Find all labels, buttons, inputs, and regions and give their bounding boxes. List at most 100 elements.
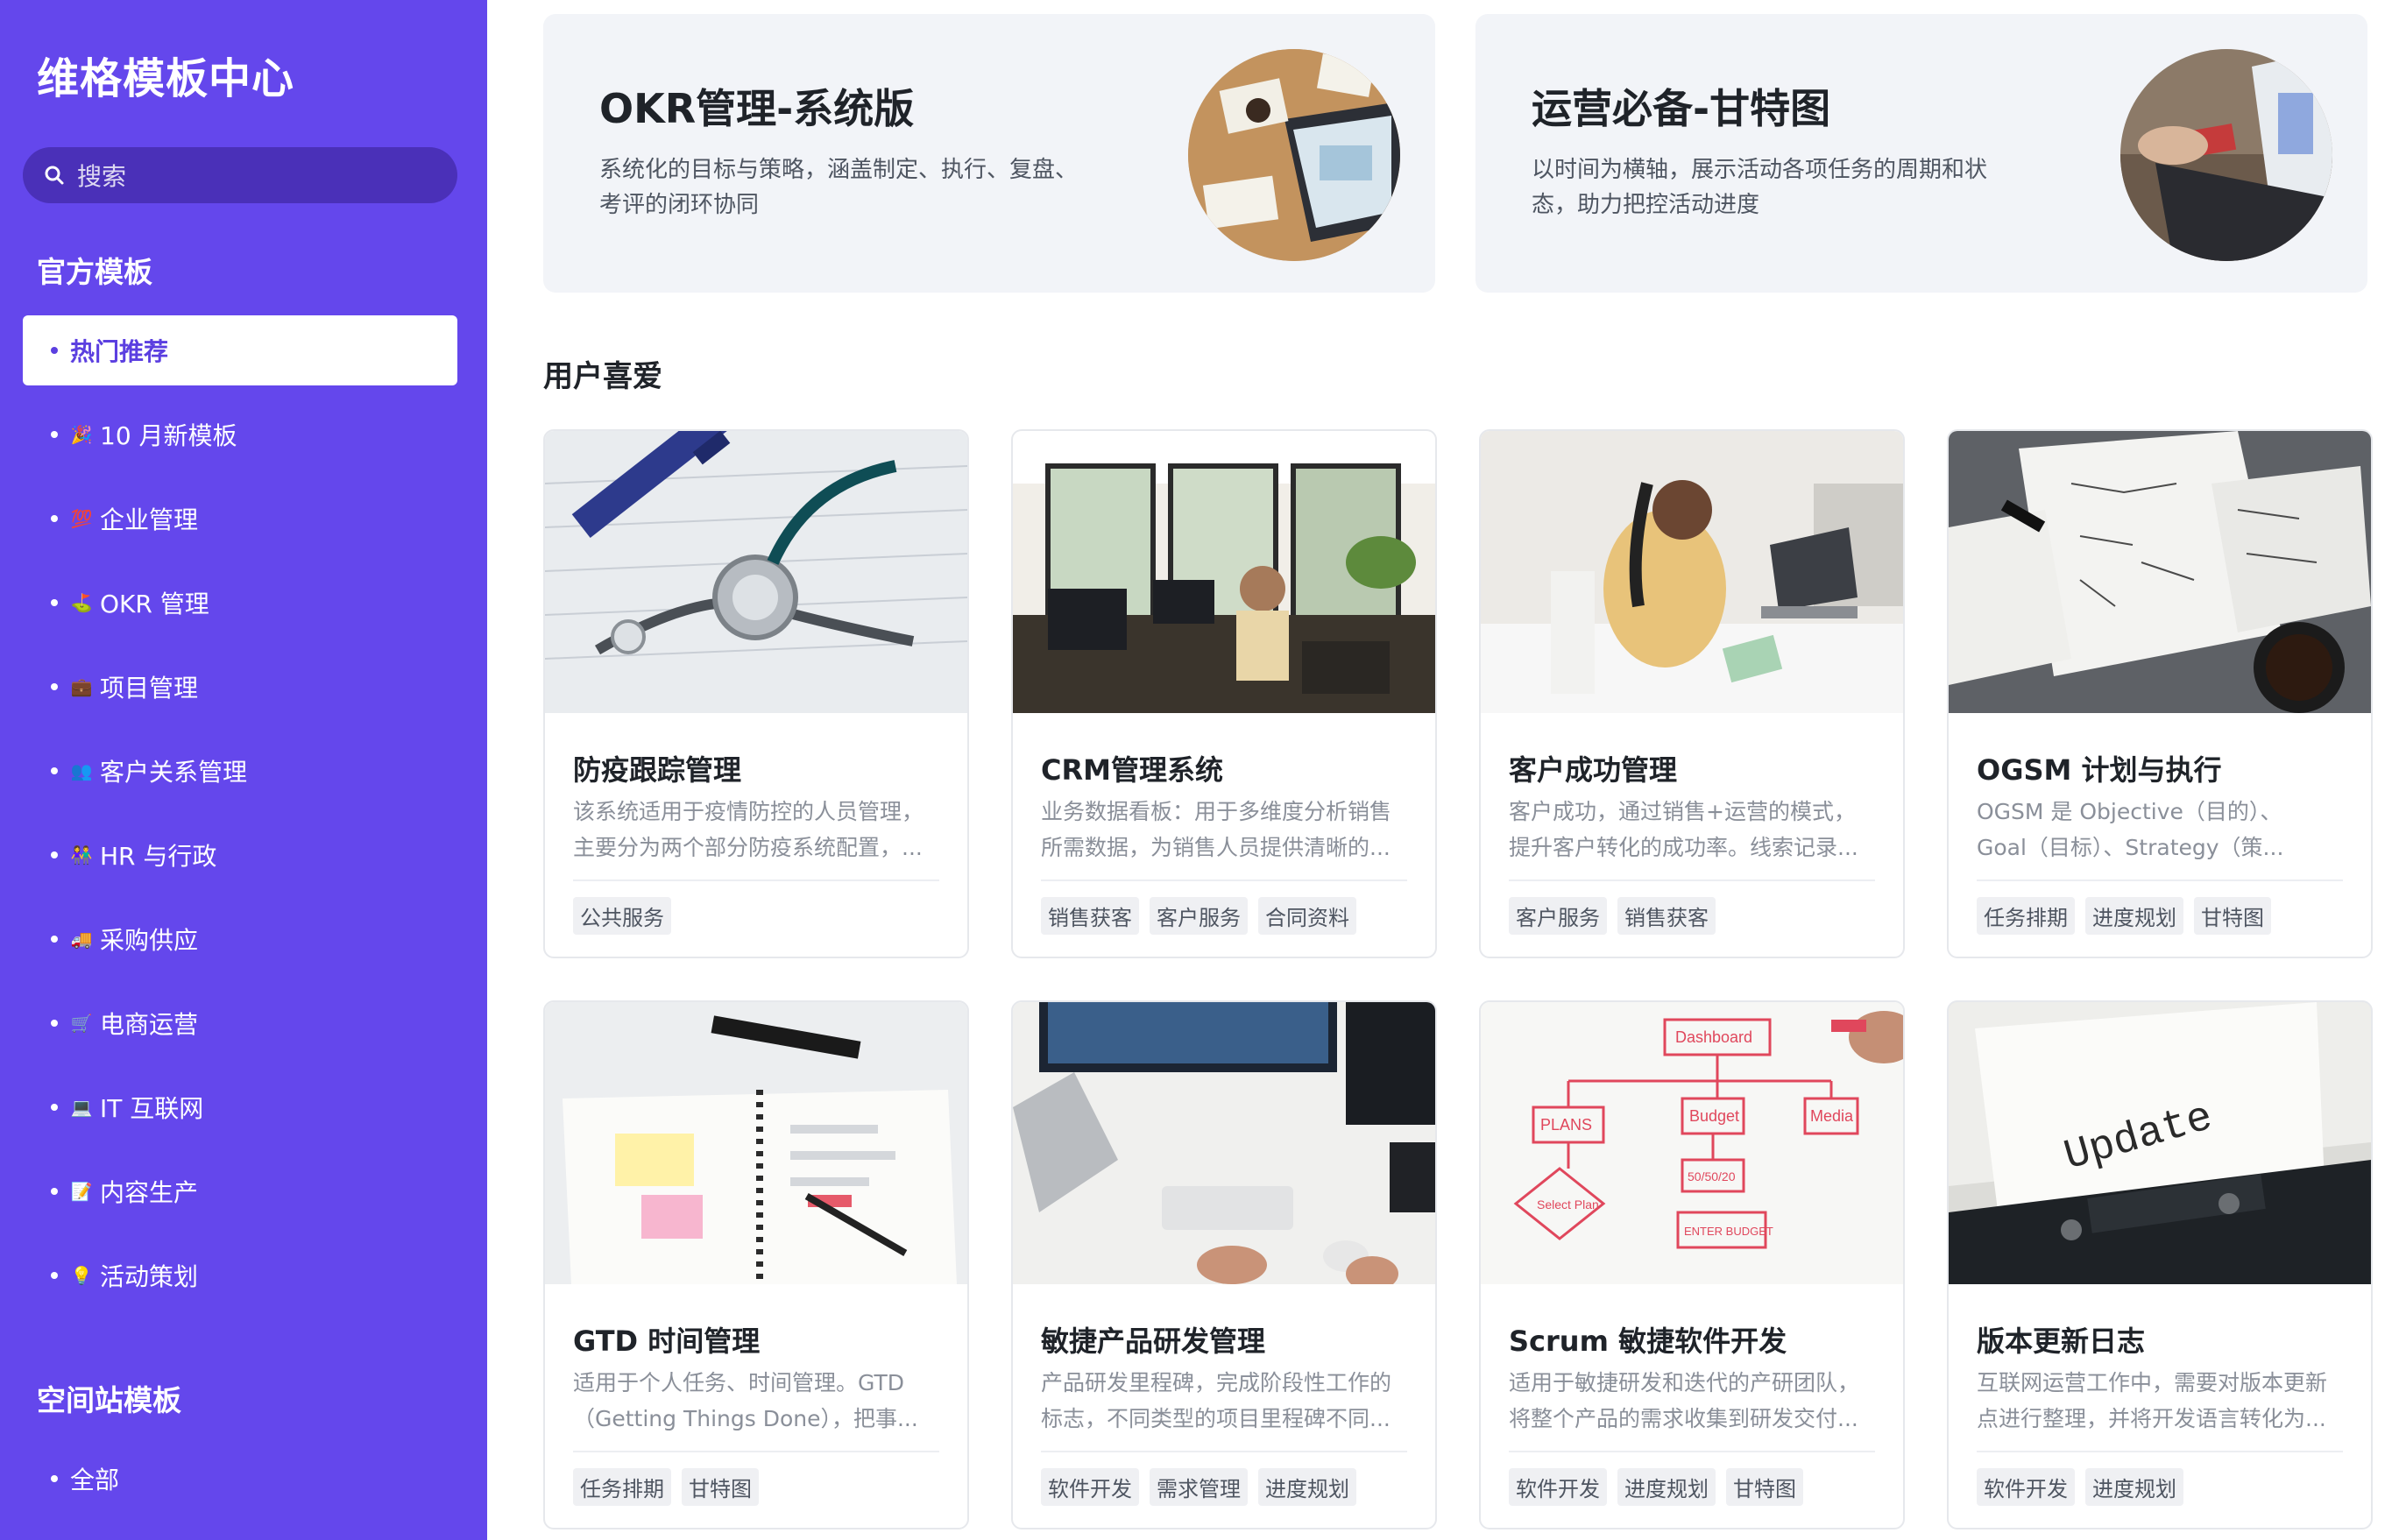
card-image-stethoscope: [545, 431, 967, 713]
whiteboard-text: ENTER BUDGET: [1684, 1225, 1773, 1238]
banner-okr[interactable]: OKR管理-系统版 系统化的目标与策略，涵盖制定、执行、复盘、 考评的闭环协同: [543, 14, 1435, 293]
bullet-dot: [51, 1020, 58, 1027]
card-description: 该系统适用于疫情防控的人员管理， 主要分为两个部分防疫系统配置，...: [573, 799, 924, 860]
tag[interactable]: 合同资料: [1258, 897, 1356, 935]
banner-description: 以时间为横轴，展示活动各项任务的周期和状 态，助力把控活动进度: [1532, 157, 1988, 218]
whiteboard-text: Media: [1810, 1107, 1854, 1125]
banner-gantt[interactable]: 运营必备-甘特图 以时间为横轴，展示活动各项任务的周期和状 态，助力把控活动进度: [1475, 14, 2367, 293]
light-bulb-icon: 💡: [70, 1265, 93, 1286]
card-title: GTD 时间管理: [573, 1325, 761, 1358]
tag-list: 软件开发 进度规划: [1977, 1468, 2183, 1506]
sidebar-item-okr[interactable]: ⛳ OKR 管理: [23, 568, 457, 638]
bullet-dot: [51, 515, 58, 522]
whiteboard-text: Dashboard: [1675, 1028, 1752, 1046]
briefcase-icon: 💼: [70, 676, 93, 697]
sidebar-item-label: 热门推荐: [70, 337, 169, 366]
card-description: 互联网运营工作中，需要对版本更新 点进行整理，并将开发语言转化为...: [1977, 1370, 2328, 1431]
sidebar-item-label: OKR 管理: [100, 590, 209, 618]
template-card[interactable]: OGSM 计划与执行 OGSM 是 Objective（目的）、 Goal（目标）…: [1947, 429, 2373, 958]
tag[interactable]: 进度规划: [2085, 897, 2183, 935]
tag[interactable]: 需求管理: [1150, 1468, 1248, 1506]
card-title: 防疫跟踪管理: [573, 753, 742, 787]
sidebar-item-content[interactable]: 📝 内容生产: [23, 1156, 457, 1226]
whiteboard-text: PLANS: [1540, 1116, 1592, 1134]
divider: [1041, 1451, 1407, 1452]
card-image-planner-notebook: [545, 1002, 967, 1284]
sidebar-item-label: HR 与行政: [100, 842, 217, 871]
template-card[interactable]: Update 版本更新日志 互联网运营工作中，需要对版本更新 点进行整理，并将开发…: [1947, 1000, 2373, 1529]
template-card[interactable]: 客户成功管理 客户成功，通过销售+运营的模式， 提升客户转化的成功率。线索记录..…: [1479, 429, 1905, 958]
sidebar-item-label: 全部: [70, 1466, 120, 1494]
sidebar-item-october-new[interactable]: 🎉 10 月新模板: [23, 399, 457, 470]
sidebar-item-procurement[interactable]: 🚚 采购供应: [23, 904, 457, 974]
tag-list: 客户服务 销售获客: [1509, 897, 1716, 935]
bullet-dot: [51, 683, 58, 690]
tag[interactable]: 任务排期: [1977, 897, 2075, 935]
tag[interactable]: 软件开发: [1977, 1468, 2075, 1506]
tag[interactable]: 公共服务: [573, 897, 671, 935]
sidebar-item-label: 活动策划: [100, 1262, 199, 1291]
tag[interactable]: 甘特图: [682, 1468, 759, 1506]
sidebar-item-enterprise[interactable]: 💯 企业管理: [23, 484, 457, 554]
template-card[interactable]: Dashboard PLANS Budget Media Select Plan…: [1479, 1000, 1905, 1529]
tag[interactable]: 客户服务: [1509, 897, 1607, 935]
sidebar-item-project[interactable]: 💼 项目管理: [23, 652, 457, 722]
card-title: 版本更新日志: [1977, 1325, 2146, 1358]
sidebar-item-label: 内容生产: [100, 1178, 199, 1207]
brand-title: 维格模板中心: [37, 54, 295, 103]
tag[interactable]: 销售获客: [1617, 897, 1716, 935]
sidebar-item-label: 采购供应: [100, 926, 199, 955]
bullet-dot: [51, 851, 58, 858]
tag[interactable]: 甘特图: [2194, 897, 2271, 935]
tag[interactable]: 进度规划: [1258, 1468, 1356, 1506]
sidebar-item-ecommerce[interactable]: 🛒 电商运营: [23, 988, 457, 1058]
card-image-typewriter: Update: [1949, 1002, 2371, 1284]
bullet-dot: [51, 347, 58, 354]
card-description: 适用于个人任务、时间管理。GTD （Getting Things Done），把事…: [573, 1370, 918, 1431]
bullet-dot: [51, 936, 58, 943]
divider: [1041, 879, 1407, 881]
banner-title: OKR管理-系统版: [599, 85, 915, 132]
bullet-dot: [51, 1188, 58, 1195]
tag[interactable]: 进度规划: [2085, 1468, 2183, 1506]
tag[interactable]: 软件开发: [1041, 1468, 1139, 1506]
tag-list: 软件开发 进度规划 甘特图: [1509, 1468, 1803, 1506]
template-card[interactable]: 敏捷产品研发管理 产品研发里程碑，完成阶段性工作的 标志，不同类型的项目里程碑不同…: [1011, 1000, 1437, 1529]
couple-icon: 👫: [70, 844, 93, 865]
tag[interactable]: 甘特图: [1726, 1468, 1803, 1506]
official-templates-title: 官方模板: [37, 255, 152, 289]
divider: [1509, 1451, 1875, 1452]
sidebar-item-label: 项目管理: [100, 674, 199, 703]
template-card[interactable]: CRM管理系统 业务数据看板：用于多维度分析销售 所需数据，为销售人员提供清晰的.…: [1011, 429, 1437, 958]
sidebar-item-hot[interactable]: 热门推荐: [23, 315, 457, 385]
tag[interactable]: 销售获客: [1041, 897, 1139, 935]
sidebar-item-events[interactable]: 💡 活动策划: [23, 1240, 457, 1310]
card-description: 客户成功，通过销售+运营的模式， 提升客户转化的成功率。线索记录...: [1509, 799, 1858, 860]
tag[interactable]: 进度规划: [1617, 1468, 1716, 1506]
whiteboard-text: Budget: [1689, 1107, 1739, 1125]
section-title-favorites: 用户喜爱: [543, 359, 662, 394]
sidebar: 维格模板中心 搜索 官方模板 热门推荐 🎉 10 月新模板 💯 企业管理 ⛳ O…: [0, 0, 487, 1540]
template-card[interactable]: GTD 时间管理 适用于个人任务、时间管理。GTD （Getting Things…: [543, 1000, 969, 1529]
bullet-dot: [51, 599, 58, 606]
divider: [1977, 1451, 2343, 1452]
card-title: Scrum 敏捷软件开发: [1509, 1325, 1787, 1358]
tag[interactable]: 软件开发: [1509, 1468, 1607, 1506]
sidebar-item-all[interactable]: 全部: [23, 1444, 457, 1514]
sidebar-item-it[interactable]: 💻 IT 互联网: [23, 1072, 457, 1142]
sidebar-item-label: 客户关系管理: [100, 758, 248, 787]
tag[interactable]: 客户服务: [1150, 897, 1248, 935]
card-image-desk-monitors: [1013, 1002, 1435, 1284]
search-placeholder: 搜索: [77, 162, 127, 191]
card-image-whiteboard: Dashboard PLANS Budget Media Select Plan…: [1481, 1002, 1903, 1284]
divider: [1977, 879, 2343, 881]
search-input[interactable]: 搜索: [23, 147, 457, 203]
tag[interactable]: 任务排期: [573, 1468, 671, 1506]
bullet-dot: [51, 1272, 58, 1279]
bullet-dot: [51, 431, 58, 438]
card-title: 敏捷产品研发管理: [1041, 1325, 1266, 1358]
sidebar-item-hr[interactable]: 👫 HR 与行政: [23, 820, 457, 890]
sidebar-item-crm[interactable]: 👥 客户关系管理: [23, 736, 457, 806]
template-card[interactable]: 防疫跟踪管理 该系统适用于疫情防控的人员管理， 主要分为两个部分防疫系统配置，..…: [543, 429, 969, 958]
memo-icon: 📝: [70, 1181, 93, 1202]
